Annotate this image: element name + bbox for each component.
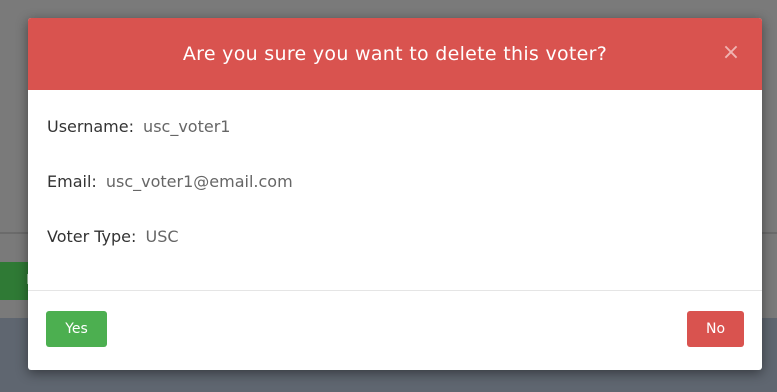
modal-footer: Yes No	[28, 290, 762, 370]
username-label: Username:	[47, 117, 134, 136]
username-value: usc_voter1	[143, 117, 231, 136]
voter-type-row: Voter Type: USC	[47, 227, 179, 246]
no-button[interactable]: No	[687, 311, 744, 347]
modal-title: Are you sure you want to delete this vot…	[182, 43, 608, 65]
yes-button[interactable]: Yes	[46, 311, 107, 347]
close-icon[interactable]: ×	[720, 42, 742, 64]
voter-type-label: Voter Type:	[47, 227, 137, 246]
email-value: usc_voter1@email.com	[105, 172, 293, 191]
username-row: Username: usc_voter1	[47, 117, 230, 136]
modal-header: Are you sure you want to delete this vot…	[28, 18, 762, 90]
modal-body: Username: usc_voter1 Email: usc_voter1@e…	[28, 90, 762, 290]
email-label: Email:	[47, 172, 97, 191]
voter-type-value: USC	[145, 227, 179, 246]
email-row: Email: usc_voter1@email.com	[47, 172, 293, 191]
delete-voter-modal: Are you sure you want to delete this vot…	[28, 18, 762, 370]
